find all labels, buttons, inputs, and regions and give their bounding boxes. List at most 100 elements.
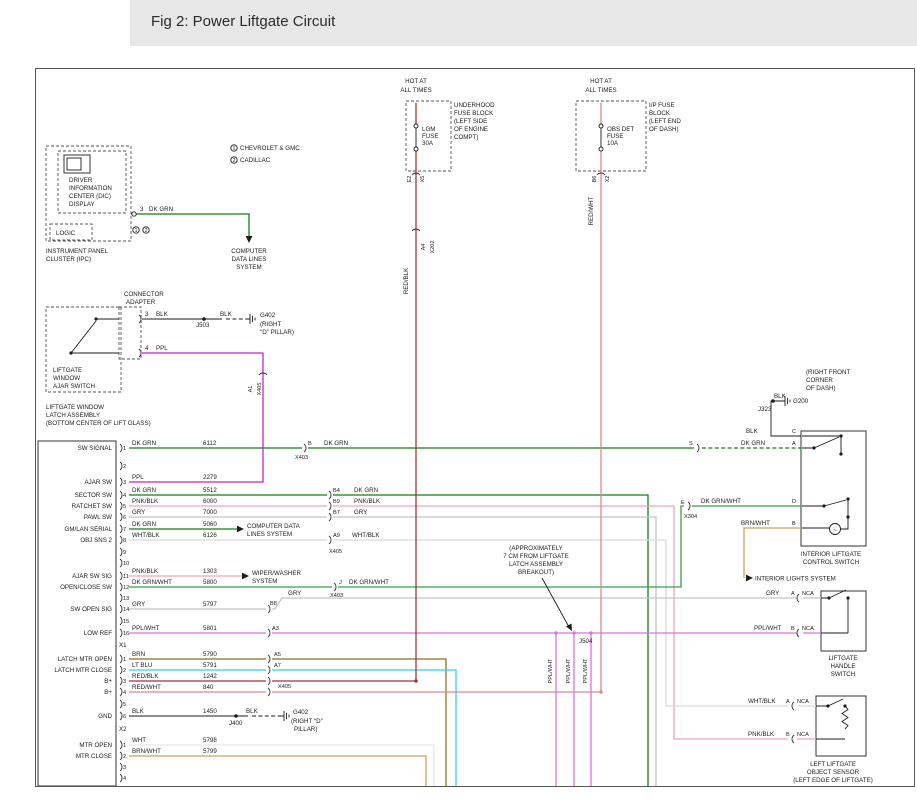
fuse-name: FUSE [607,133,624,140]
pin-number: 15 [123,619,129,625]
pin-letter: A [792,441,796,447]
pin-number: 1 [123,743,126,749]
conn-label: X2 [605,176,611,183]
row-label: LOW REF [84,630,112,637]
conn-label: NCA [797,732,809,738]
pin-number: 7 [123,527,126,533]
pin-number: 3 [123,765,126,771]
pin-letter: A [791,591,795,597]
fuse-name: OBS DET [607,126,634,133]
system-dest: SYSTEM [236,264,261,271]
wire-ratchet-sw [129,506,816,739]
wire-label: DK GRN [132,521,156,528]
conn-label: X405 [278,684,291,690]
fuse-rating: 30A [422,140,434,147]
circuit-number: 2279 [203,474,217,481]
dic-label: CENTER (DIC) [69,193,111,200]
pin-number: 8 [123,538,126,544]
dic-label: INFORMATION [69,185,112,192]
pin-number: 6 [123,714,126,720]
wire-label: PNK/BLK [354,498,381,505]
conn-label: B6 [592,176,598,183]
pin-number: 5 [123,504,126,510]
conn-label: B7 [333,510,340,516]
wire-latch-mtr-close [129,670,456,786]
row-label: GND [98,713,112,720]
fuse-block-label: BLOCK [649,110,671,117]
connector-id: X2 [119,726,127,733]
wire-label: RED/BLK [132,673,159,680]
ipc-caption: INSTRUMENT PANEL [46,248,109,255]
note-text: 7 CM FROM LIFTGATE [503,553,569,560]
hot-label: HOT AT [590,78,612,85]
arrow-right-icon [237,526,244,533]
wire-label: DK GRN [354,487,378,494]
pin-number: 1 [123,657,126,663]
ground-location: (RIGHT FRONT [806,369,850,376]
pin-number: 2 [123,754,126,760]
wire-label: BLK [220,311,233,318]
pin-number: 9 [123,550,126,556]
row-label: LATCH MTR OPEN [58,656,112,663]
ground-location: (RIGHT "D" [291,718,323,725]
wire-label: RED/BLK [403,267,410,294]
wire-label: WHT [132,737,146,744]
dic-label: DISPLAY [69,201,95,208]
wire-open-close-sw [129,506,801,587]
conn-label: X405 [329,549,342,555]
handle-switch-box [821,591,866,651]
wire-sw-open-sig [129,598,821,609]
ajar-caption: AJAR SWITCH [53,383,95,390]
ground-location: CORNER [806,377,833,384]
ajar-switch-symbol [69,317,119,354]
wire-label: PPL/WHT [754,625,782,632]
conn-label: X304 [684,514,697,520]
legend-label: CHEVROLET & GMC [240,145,300,152]
ajar-caption: WINDOW [53,375,80,382]
conn-label: X202 [430,240,436,253]
lamp-symbol: ~ [833,527,837,534]
wire-label: DK GRN [324,440,348,447]
wire-label: DK GRN [149,206,173,213]
fuse-block-label: (LEFT SIDE [454,118,487,125]
wire-label: BLK [246,708,259,715]
row-label: MTR OPEN [79,742,112,749]
wire-bplus-redwht [129,690,603,694]
legend-number: 1 [232,146,235,152]
hot-label: ALL TIMES [585,87,616,94]
circuit-number: 1242 [203,673,217,680]
system-dest: COMPUTER DATA [247,523,301,530]
wire-label: BRN/WHT [741,520,770,527]
pin-number: 3 [123,480,126,486]
legend-number: 2 [232,158,235,164]
row-label: OPEN/CLOSE SW [60,584,112,591]
wire-label: WHT/BLK [748,698,776,705]
arrow-down-icon [246,236,253,243]
wire-ipc-data [136,214,249,236]
row-label: B+ [104,678,112,685]
wire-label: GRY [132,601,145,608]
arrow-right-icon [242,573,249,580]
pin-number: 1 [123,446,126,452]
row-label: LATCH MTR CLOSE [54,667,112,674]
conn-label: E2 [407,176,413,183]
conn-label: J [339,580,342,586]
conn-label: A9 [333,533,340,539]
connector-id: X1 [119,642,127,649]
pin-number: 3 [140,206,144,213]
row-label: PAWL SW [84,514,112,521]
circuit-number: 1303 [203,568,217,575]
pin-letter: C [792,429,796,435]
row-label: OBJ SNS 2 [80,537,112,544]
row-label: B+ [104,689,112,696]
wire-label: PPL/WHT [566,658,572,683]
conn-label: NCA [802,591,814,597]
circuit-number: 5060 [203,521,217,528]
dic-label: DRIVER [69,177,93,184]
wire-label: BLK [156,311,169,318]
handle-switch-symbol [821,590,850,633]
pin-number: 10 [123,561,129,567]
wire-mtr-open [129,745,434,786]
circuit-number: 5798 [203,737,217,744]
splice-label: J323 [758,406,772,413]
